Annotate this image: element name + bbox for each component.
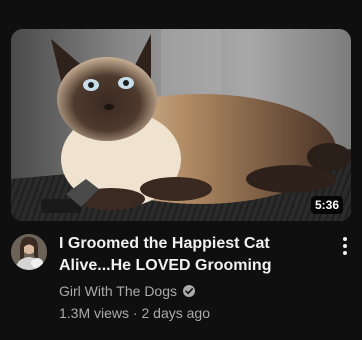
video-thumbnail[interactable]: 5:36 <box>11 29 351 221</box>
avatar-image <box>11 234 47 270</box>
video-card: 5:36 I Groomed the Happiest Cat Alive...… <box>0 0 362 340</box>
channel-name[interactable]: Girl With The Dogs <box>59 282 177 300</box>
video-duration-badge: 5:36 <box>310 196 343 214</box>
stats-separator: · <box>132 305 138 321</box>
channel-avatar[interactable] <box>11 234 47 270</box>
channel-row: Girl With The Dogs <box>59 282 321 300</box>
video-title[interactable]: I Groomed the Happiest Cat Alive...He LO… <box>59 233 321 277</box>
more-dot <box>343 237 347 241</box>
view-count: 1.3M views <box>59 305 130 321</box>
more-vert-icon[interactable] <box>338 235 352 257</box>
more-dot <box>343 251 347 255</box>
thumbnail-image <box>11 29 351 221</box>
video-metadata: I Groomed the Happiest Cat Alive...He LO… <box>59 233 321 322</box>
video-stats: 1.3M views · 2 days ago <box>59 304 321 322</box>
upload-date: 2 days ago <box>141 305 210 321</box>
more-dot <box>343 244 347 248</box>
verified-check-icon <box>182 284 196 298</box>
